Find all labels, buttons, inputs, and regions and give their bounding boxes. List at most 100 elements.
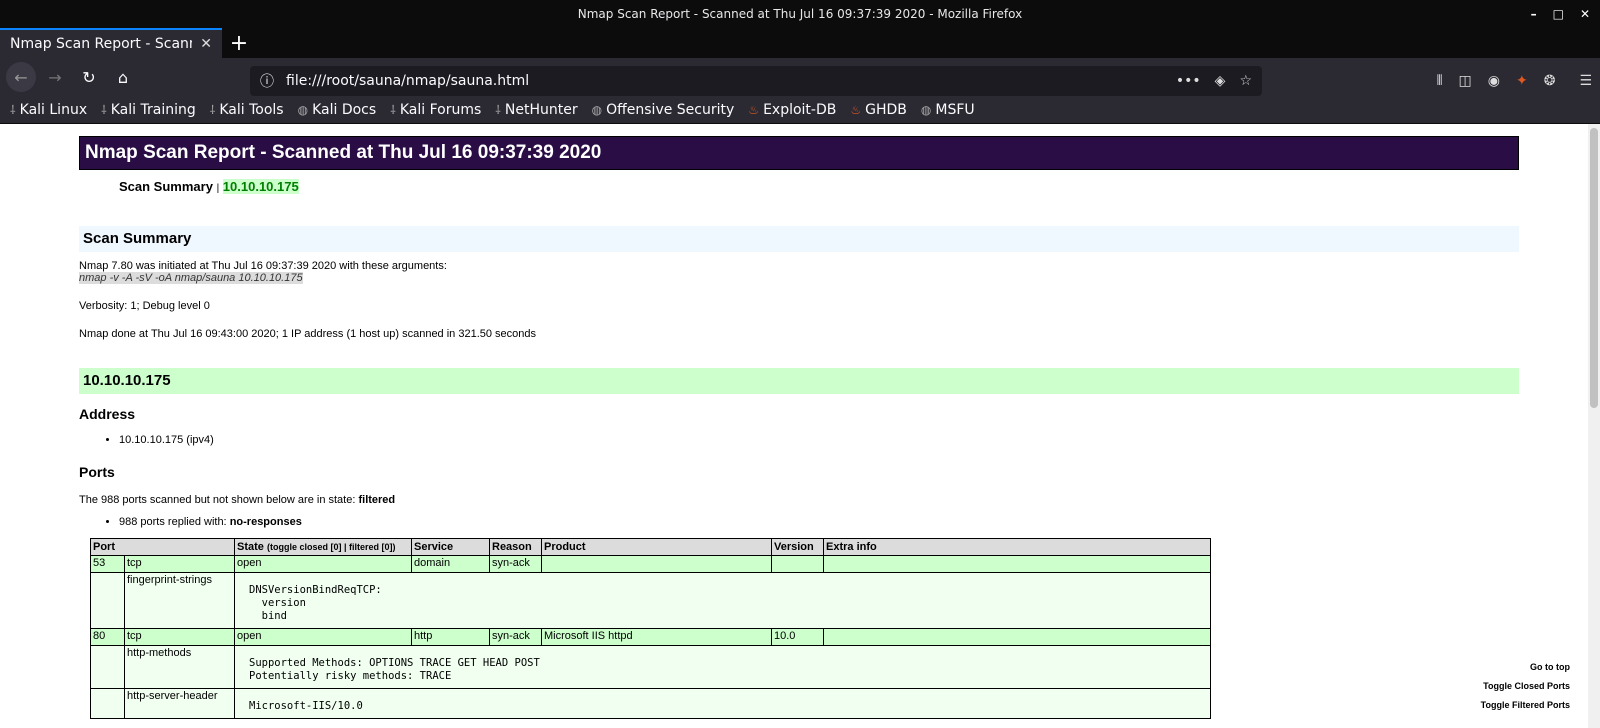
header-reason: Reason xyxy=(489,538,542,556)
toc-scan-summary-link[interactable]: Scan Summary xyxy=(119,179,213,194)
info-icon[interactable]: ⓘ xyxy=(260,71,274,91)
reload-button[interactable]: ↻ xyxy=(74,62,104,92)
initiated-line: Nmap 7.80 was initiated at Thu Jul 16 09… xyxy=(79,260,447,272)
filtered-ports-text: The 988 ports scanned but not shown belo… xyxy=(79,494,1519,506)
bookmark-kali-linux[interactable]: ⸸ Kali Linux xyxy=(10,101,87,118)
bookmark-label: Offensive Security xyxy=(606,101,735,118)
tab-label: Nmap Scan Report - Scanned at xyxy=(10,36,192,52)
toggle-closed-ports-link[interactable]: Toggle Closed Ports xyxy=(1481,677,1570,696)
header-extra-info: Extra info xyxy=(823,538,1211,556)
initiated-text: Nmap 7.80 was initiated at Thu Jul 16 09… xyxy=(79,260,1519,284)
header-version: Version xyxy=(771,538,824,556)
script-row: http-methods Supported Methods: OPTIONS … xyxy=(90,645,1211,689)
home-button[interactable]: ⌂ xyxy=(108,62,138,92)
bookmark-label: MSFU xyxy=(935,101,975,118)
scan-arguments: nmap -v -A -sV -oA nmap/sauna 10.10.10.1… xyxy=(79,272,303,284)
bookmark-ghdb[interactable]: ♨ GHDB xyxy=(850,102,907,118)
account-icon[interactable]: ◉ xyxy=(1488,73,1500,89)
url-actions: ••• ◈ ☆ xyxy=(1176,73,1252,89)
forward-button[interactable]: → xyxy=(40,62,70,92)
extra-info-cell xyxy=(823,628,1211,646)
bookmark-msfu[interactable]: ◍ MSFU xyxy=(921,102,975,118)
header-state-label: State xyxy=(237,541,264,553)
floating-links: Go to top Toggle Closed Ports Toggle Fil… xyxy=(1481,658,1570,715)
port-cell: 80 xyxy=(90,628,125,646)
menu-icon[interactable]: ☰ xyxy=(1579,73,1592,89)
window-titlebar: Nmap Scan Report - Scanned at Thu Jul 16… xyxy=(0,0,1600,28)
extension-icon[interactable]: ✦ xyxy=(1516,73,1528,89)
bookmark-offensive-security[interactable]: ◍ Offensive Security xyxy=(592,102,735,118)
vertical-scrollbar[interactable] xyxy=(1588,124,1600,728)
scrollbar-thumb[interactable] xyxy=(1590,128,1598,408)
bookmark-kali-tools[interactable]: ⸸ Kali Tools xyxy=(210,101,284,118)
cookie-icon[interactable]: ❂ xyxy=(1544,73,1556,89)
sidebar-icon[interactable]: ◫ xyxy=(1459,73,1472,89)
address-list: 10.10.10.175 (ipv4) xyxy=(119,434,1519,446)
state-cell: open xyxy=(234,628,412,646)
reason-cell: syn-ack xyxy=(489,555,542,573)
url-bar[interactable]: ⓘ file:///root/sauna/nmap/sauna.html •••… xyxy=(250,66,1262,96)
port-reason-item: 988 ports replied with: no-responses xyxy=(119,516,1519,528)
kali-dragon-icon: ⸸ xyxy=(10,103,16,117)
script-row: http-server-header Microsoft-IIS/10.0 xyxy=(90,688,1211,719)
protocol-cell: tcp xyxy=(124,555,235,573)
arrow-left-icon: ← xyxy=(14,67,28,87)
address-item: 10.10.10.175 (ipv4) xyxy=(119,434,1519,446)
toc-host-link[interactable]: 10.10.10.175 xyxy=(222,179,299,194)
globe-icon: ◍ xyxy=(920,102,932,117)
new-tab-button[interactable]: + xyxy=(222,28,256,58)
script-row: fingerprint-strings DNSVersionBindReqTCP… xyxy=(90,572,1211,629)
script-name-cell: http-server-header xyxy=(124,688,235,719)
extra-info-cell xyxy=(823,555,1211,573)
url-text[interactable]: file:///root/sauna/nmap/sauna.html xyxy=(286,73,1164,89)
minimize-icon[interactable]: – xyxy=(1531,7,1537,21)
version-cell xyxy=(771,555,824,573)
state-toggle-links[interactable]: (toggle closed [0] | filtered [0]) xyxy=(267,542,396,552)
version-cell: 10.0 xyxy=(771,628,824,646)
bookmark-exploit-db[interactable]: ♨ Exploit-DB xyxy=(748,102,836,118)
back-button[interactable]: ← xyxy=(6,62,36,92)
maximize-icon[interactable]: □ xyxy=(1553,7,1564,21)
table-row: 80 tcp open http syn-ack Microsoft IIS h… xyxy=(90,628,1211,646)
verbosity-text: Verbosity: 1; Debug level 0 xyxy=(79,300,210,312)
filtered-state: filtered xyxy=(358,494,396,506)
bookmark-label: Kali Docs xyxy=(312,101,377,118)
pocket-icon[interactable]: ◈ xyxy=(1215,73,1226,89)
bookmark-kali-training[interactable]: ⸸ Kali Training xyxy=(101,101,196,118)
window-title: Nmap Scan Report - Scanned at Thu Jul 16… xyxy=(577,7,1023,21)
replied-reason: no-responses xyxy=(229,516,302,528)
globe-icon: ◍ xyxy=(591,102,603,117)
kali-dragon-icon: ⸸ xyxy=(495,103,501,117)
toggle-filtered-ports-link[interactable]: Toggle Filtered Ports xyxy=(1481,696,1570,715)
script-output-cell: Microsoft-IIS/10.0 xyxy=(234,688,1211,719)
toc-separator: | xyxy=(216,183,220,194)
arrow-right-icon: → xyxy=(48,67,62,87)
bookmark-label: Kali Tools xyxy=(219,101,284,118)
protocol-cell: tcp xyxy=(124,628,235,646)
close-window-icon[interactable]: ✕ xyxy=(1580,7,1590,21)
close-tab-icon[interactable]: ✕ xyxy=(200,36,212,52)
script-name-cell: http-methods xyxy=(124,645,235,689)
bookmark-star-icon[interactable]: ☆ xyxy=(1239,73,1252,89)
table-of-contents: Scan Summary | 10.10.10.175 xyxy=(119,179,1519,194)
host-heading: 10.10.10.175 xyxy=(79,368,1519,394)
ports-table-header: Port State (toggle closed [0] | filtered… xyxy=(90,538,1211,556)
bookmark-kali-docs[interactable]: ◍ Kali Docs xyxy=(298,102,377,118)
ports-table: Port State (toggle closed [0] | filtered… xyxy=(90,538,1211,719)
toolbar-right: ⫴ ◫ ◉ ✦ ❂ ☰ xyxy=(1437,66,1592,96)
bookmark-kali-forums[interactable]: ⸸ Kali Forums xyxy=(390,101,481,118)
empty-cell xyxy=(90,688,125,719)
go-to-top-link[interactable]: Go to top xyxy=(1481,658,1570,677)
address-heading: Address xyxy=(79,406,136,422)
scan-done-text: Nmap done at Thu Jul 16 09:43:00 2020; 1… xyxy=(79,328,537,340)
script-name-cell: fingerprint-strings xyxy=(124,572,235,629)
bookmark-nethunter[interactable]: ⸸ NetHunter xyxy=(495,101,577,118)
script-output-cell: Supported Methods: OPTIONS TRACE GET HEA… xyxy=(234,645,1211,689)
replied-label: 988 ports replied with: xyxy=(119,516,227,528)
kali-dragon-icon: ⸸ xyxy=(101,103,107,117)
library-icon[interactable]: ⫴ xyxy=(1437,73,1443,89)
tab-nmap-report[interactable]: Nmap Scan Report - Scanned at ✕ xyxy=(0,28,222,58)
report-title: Nmap Scan Report - Scanned at Thu Jul 16… xyxy=(79,136,1519,170)
header-product: Product xyxy=(541,538,772,556)
page-actions-icon[interactable]: ••• xyxy=(1176,73,1201,89)
